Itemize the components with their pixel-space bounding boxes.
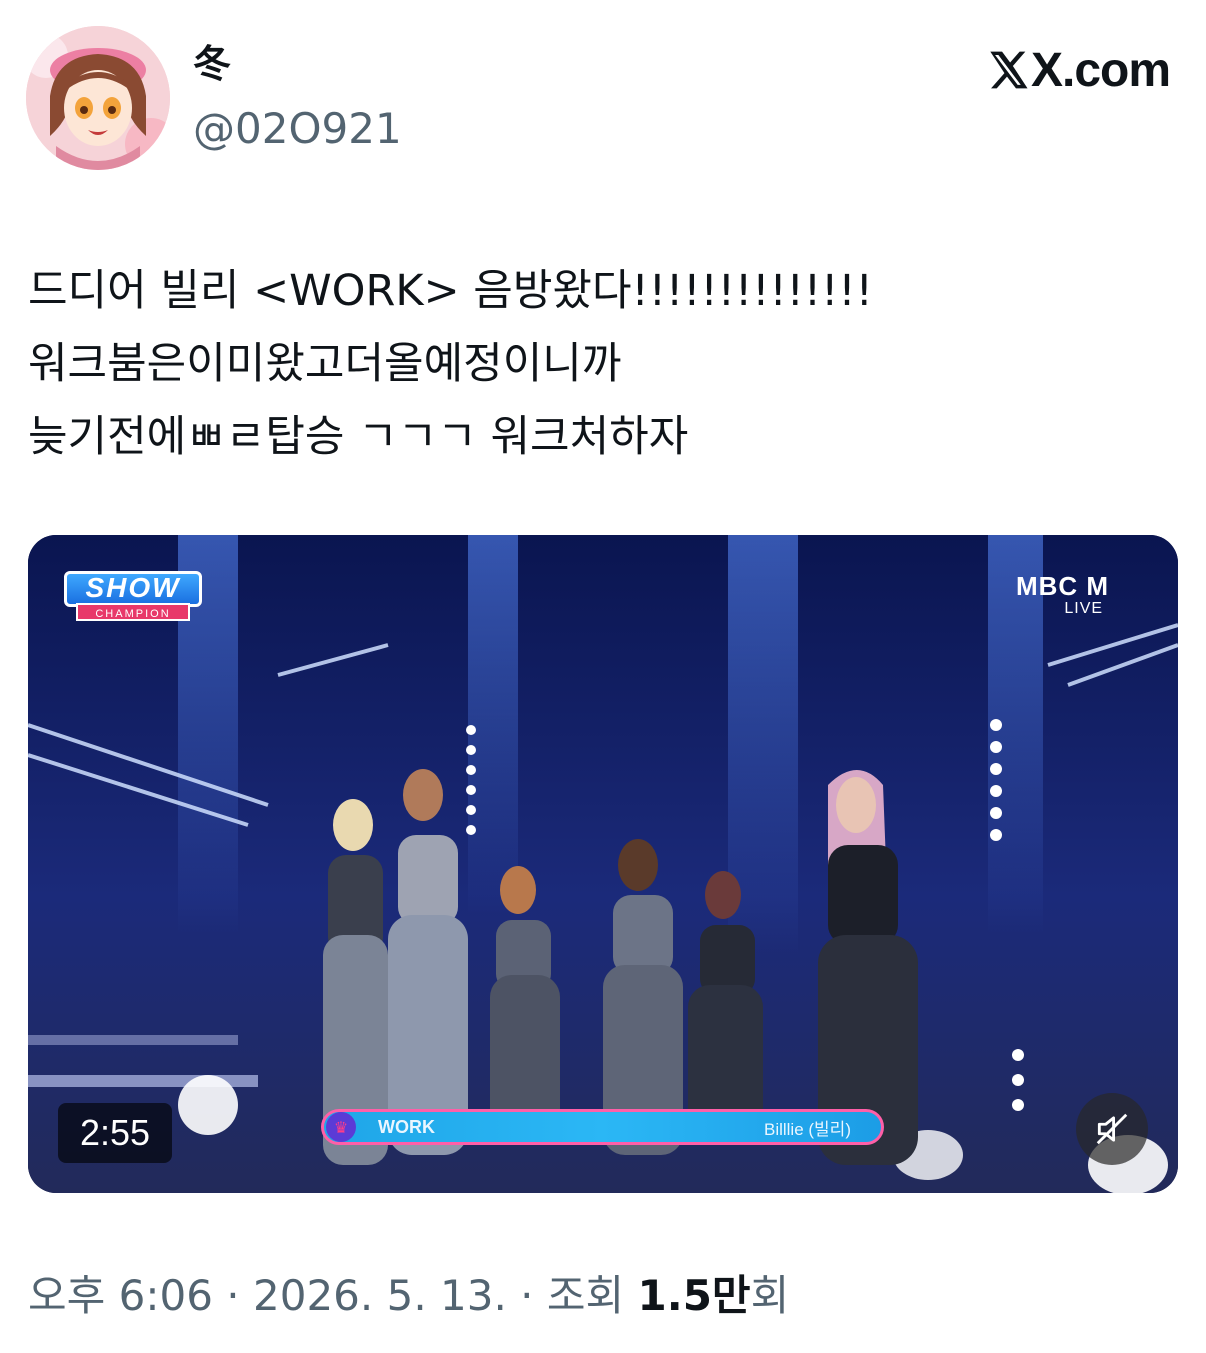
x-logo-icon [990,51,1028,89]
channel-logo-sub: LIVE [1064,600,1104,617]
tweet-line: 드디어 빌리 <WORK> 음방왔다!!!!!!!!!!!!!! [28,266,873,316]
tweet-time[interactable]: 오후 6:06 [28,1271,213,1320]
crown-icon: ♛ [326,1112,356,1142]
avatar[interactable] [26,26,170,170]
separator: · [506,1271,547,1320]
show-logo-main: SHOW [64,571,202,607]
display-name[interactable]: 冬 [193,40,231,88]
tweet-line: 늦기전에ㅃㄹ탑승 ㄱㄱㄱ 워크처하자 [28,412,689,462]
show-champion-logo: SHOW CHAMPION [64,571,202,623]
tweet-line: 워크붐은이미왔고더올예정이니까 [28,339,622,389]
views-count: 1.5만 [637,1271,751,1320]
song-title: WORK [378,1116,435,1137]
tweet-text: 드디어 빌리 <WORK> 음방왔다!!!!!!!!!!!!!! 워크붐은이미왔… [28,255,1178,474]
speaker-muted-icon [1096,1113,1128,1145]
brand-text: X.com [1031,43,1171,97]
brand-link[interactable]: X.com [985,40,1171,100]
show-logo-sub: CHAMPION [76,603,190,621]
song-lower-third: ♛ WORK Billlie (빌리) [321,1109,884,1145]
views-suffix: 회 [750,1271,790,1320]
user-handle[interactable]: @02O921 [193,103,402,155]
video-frame [28,535,1178,1193]
video-duration: 2:55 [58,1103,172,1163]
tweet-meta: 오후 6:06 · 2026. 5. 13. · 조회 1.5만회 [28,1268,789,1324]
channel-logo-main: MBC M [1016,571,1110,601]
views-label: 조회 [546,1271,638,1320]
artist-name: Billlie (빌리) [763,1119,851,1139]
channel-logo: MBC M LIVE [1016,571,1109,618]
avatar-image [26,26,170,170]
video-player[interactable]: SHOW CHAMPION MBC M LIVE ♛ WORK Billlie … [28,535,1178,1193]
tweet-date[interactable]: 2026. 5. 13. [253,1271,507,1320]
separator: · [212,1271,254,1320]
mute-button[interactable] [1076,1093,1148,1165]
